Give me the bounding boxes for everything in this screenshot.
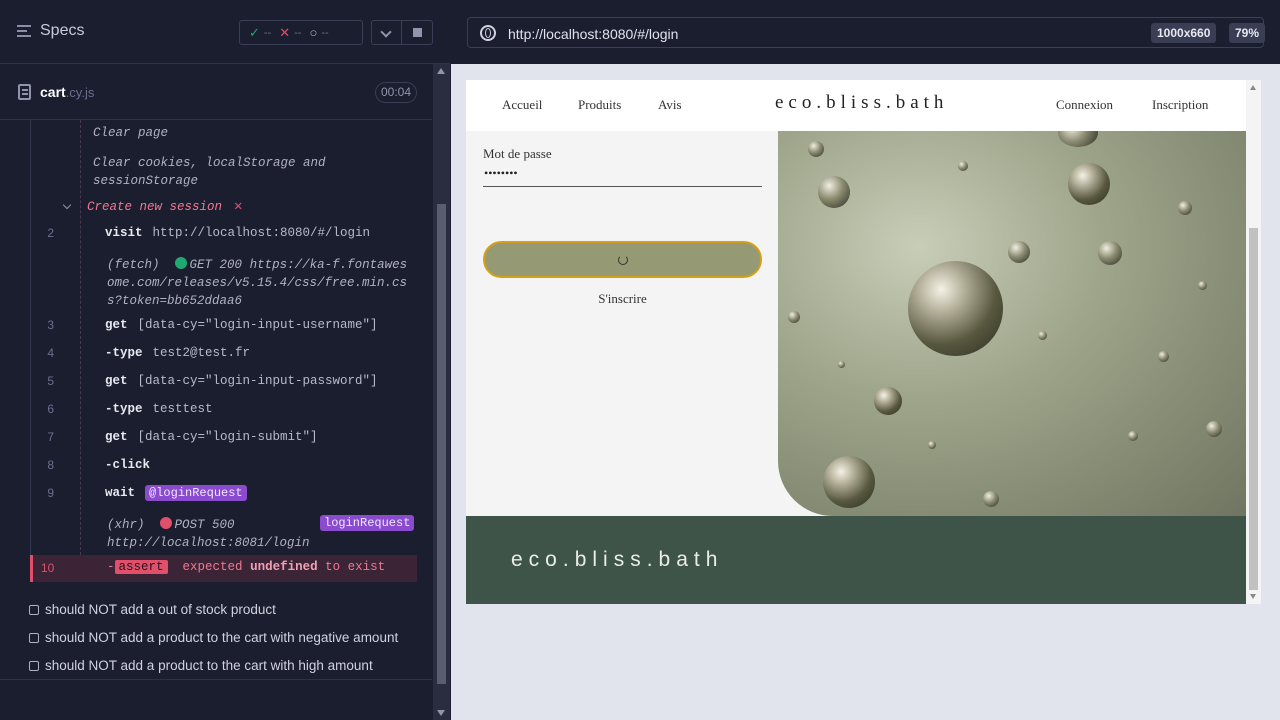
chevron-down-icon	[380, 26, 392, 38]
runner-divider	[0, 679, 432, 680]
success-dot-icon	[174, 257, 187, 269]
test-pending-icon	[29, 632, 39, 643]
footer-brand: eco.bliss.bath	[511, 548, 724, 571]
test-item[interactable]: should NOT add a out of stock product	[29, 602, 276, 617]
pending-stat: ○ --	[309, 25, 329, 40]
app-frame: Accueil Produits Avis eco.bliss.bath Con…	[466, 80, 1261, 604]
scrollbar-thumb[interactable]	[1249, 228, 1258, 590]
hero-image	[778, 131, 1246, 516]
specs-title: Specs	[40, 22, 85, 39]
log-clear-storage[interactable]: Clear cookies, localStorage and sessionS…	[93, 154, 333, 190]
url-text: http://localhost:8080/#/login	[508, 26, 679, 42]
spec-file-name[interactable]: cart.cy.js	[40, 84, 94, 100]
log-xhr[interactable]: (xhr) POST 500 http://localhost:8081/log…	[107, 516, 310, 552]
stop-button[interactable]	[402, 20, 433, 45]
options-dropdown-button[interactable]	[371, 20, 402, 45]
pending-icon: ○	[309, 25, 318, 40]
runner-header: Specs ✓ -- ✕ -- ○ --	[0, 0, 450, 64]
url-bar[interactable]: http://localhost:8080/#/login 1000x660 7…	[467, 17, 1266, 48]
test-stats: ✓ -- ✕ -- ○ --	[239, 20, 363, 45]
file-icon	[18, 84, 31, 100]
globe-icon	[480, 25, 496, 41]
app-footer: eco.bliss.bath	[466, 516, 1246, 604]
session-dashed-line	[80, 120, 81, 560]
log-fetch[interactable]: (fetch) GET 200 https://ka-f.fontawesome…	[107, 256, 412, 310]
test-item[interactable]: should NOT add a product to the cart wit…	[29, 630, 398, 645]
log-clear-page[interactable]: Clear page	[93, 126, 168, 140]
nav-home[interactable]: Accueil	[502, 97, 542, 113]
spec-duration: 00:04	[375, 82, 417, 103]
specs-list-icon	[17, 25, 32, 37]
chevron-down-icon	[62, 200, 72, 210]
login-submit-button[interactable]	[483, 241, 762, 278]
nav-products[interactable]: Produits	[578, 97, 621, 113]
session-label: Create new session	[87, 199, 223, 214]
log-error-row[interactable]: 10 - assert expected undefined to exist	[30, 555, 417, 582]
nav-reviews[interactable]: Avis	[658, 97, 682, 113]
viewport-size-badge[interactable]: 1000x660	[1151, 23, 1217, 43]
signup-link[interactable]: S'inscrire	[466, 291, 779, 307]
scroll-down-icon[interactable]	[1250, 594, 1256, 599]
fail-x-icon: ✕	[234, 199, 243, 215]
app-navbar: Accueil Produits Avis eco.bliss.bath Con…	[466, 80, 1246, 131]
error-dot-icon	[159, 517, 172, 529]
test-pending-icon	[29, 604, 39, 615]
scroll-up-icon[interactable]	[437, 68, 445, 74]
password-label: Mot de passe	[483, 146, 552, 161]
stop-icon	[413, 28, 422, 37]
xhr-alias-badge: loginRequest	[320, 515, 415, 531]
nav-signup[interactable]: Inscription	[1152, 97, 1208, 113]
scrollbar-thumb[interactable]	[437, 204, 446, 684]
alias-badge: @loginRequest	[145, 485, 247, 501]
nav-login[interactable]: Connexion	[1056, 97, 1113, 113]
spec-file-header: cart.cy.js 00:04	[0, 64, 432, 120]
password-underline	[483, 186, 762, 187]
check-icon: ✓	[249, 24, 260, 40]
passed-stat: ✓ --	[249, 24, 272, 40]
scroll-down-icon[interactable]	[437, 710, 445, 716]
aut-header: http://localhost:8080/#/login 1000x660 7…	[451, 0, 1280, 64]
failed-stat: ✕ --	[279, 24, 302, 40]
test-item[interactable]: should NOT add a product to the cart wit…	[29, 658, 373, 673]
x-icon: ✕	[279, 24, 291, 40]
brand-logo[interactable]: eco.bliss.bath	[775, 92, 948, 114]
loading-spinner-icon	[618, 255, 628, 265]
assert-tag: assert	[114, 560, 168, 574]
scroll-up-icon[interactable]	[1250, 85, 1256, 90]
specs-button[interactable]: Specs	[17, 22, 84, 40]
app-scrollbar[interactable]	[1246, 80, 1261, 604]
command-log: Clear page Clear cookies, localStorage a…	[0, 120, 432, 590]
viewport-zoom-badge[interactable]: 79%	[1229, 23, 1266, 43]
command-log-scrollbar[interactable]	[433, 64, 450, 720]
aut-panel: http://localhost:8080/#/login 1000x660 7…	[451, 0, 1280, 720]
session-group[interactable]: Create new session ✕	[62, 198, 243, 215]
test-pending-icon	[29, 660, 39, 671]
runner-panel: Specs ✓ -- ✕ -- ○ -- cart.cy.js 00:04 Clear…	[0, 0, 450, 720]
password-input[interactable]: ••••••••	[484, 166, 518, 181]
